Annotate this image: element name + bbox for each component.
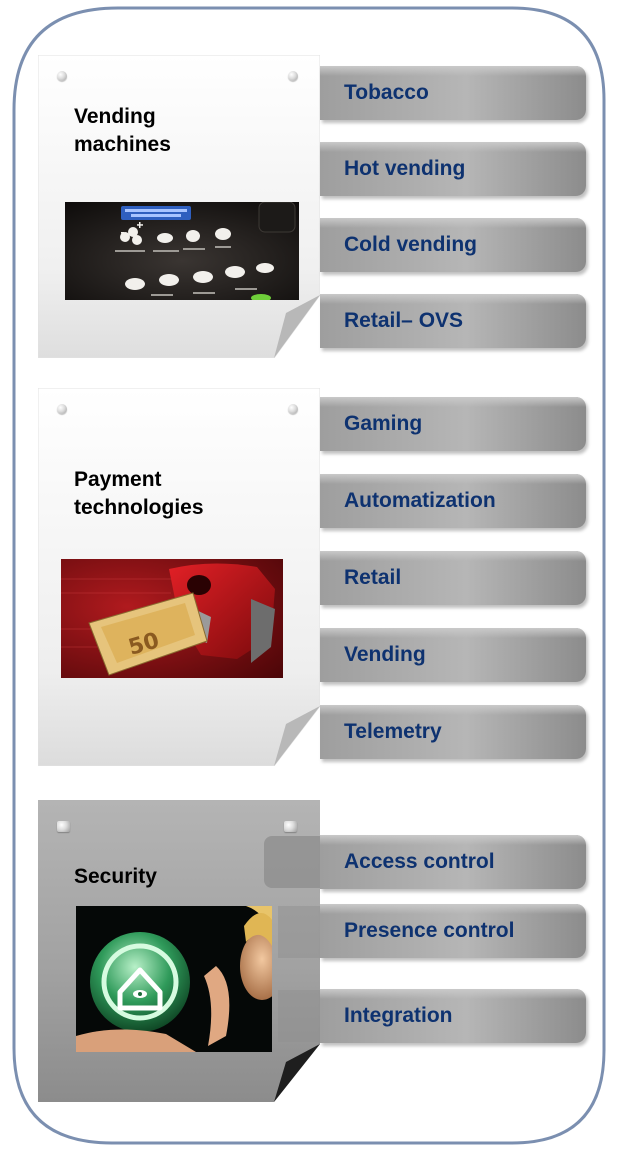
tab-access-control[interactable]: Access control bbox=[320, 835, 586, 889]
tab-label: Hot vending bbox=[344, 157, 466, 180]
tab-cold-vending[interactable]: Cold vending bbox=[320, 218, 586, 272]
tab-shadow bbox=[278, 906, 320, 958]
vending-machine-photo bbox=[65, 202, 299, 300]
tab-hot-vending[interactable]: Hot vending bbox=[320, 142, 586, 196]
tab-gaming[interactable]: Gaming bbox=[320, 397, 586, 451]
tab-label: Vending bbox=[344, 643, 426, 666]
card-title: Vending machines bbox=[74, 105, 171, 156]
pushpin-icon bbox=[57, 71, 67, 81]
tab-shadow bbox=[264, 836, 320, 888]
pushpin-icon bbox=[57, 821, 70, 832]
tab-integration[interactable]: Integration bbox=[320, 989, 586, 1043]
tab-vending[interactable]: Vending bbox=[320, 628, 586, 682]
tab-telemetry[interactable]: Telemetry bbox=[320, 705, 586, 759]
tab-label: Tobacco bbox=[344, 81, 429, 104]
tab-label: Retail bbox=[344, 566, 402, 589]
tab-presence-control[interactable]: Presence control bbox=[320, 904, 586, 958]
bill-acceptor-photo: 50 bbox=[61, 559, 283, 678]
vending-machines-card: Vending machines bbox=[38, 55, 320, 358]
tab-retail-ovs[interactable]: Retail– OVS bbox=[320, 294, 586, 348]
tab-label: Gaming bbox=[344, 412, 423, 435]
pushpin-icon bbox=[288, 71, 298, 81]
tab-shadow bbox=[278, 990, 320, 1042]
pushpin-icon bbox=[284, 821, 297, 832]
tab-label: Presence control bbox=[344, 919, 515, 942]
tab-label: Integration bbox=[344, 1004, 453, 1027]
pushpin-icon bbox=[57, 404, 67, 414]
tab-label: Access control bbox=[344, 850, 495, 873]
home-security-photo bbox=[76, 906, 272, 1052]
payment-technologies-card: Payment technologies 50 bbox=[38, 388, 320, 766]
tab-label: Retail– OVS bbox=[344, 309, 464, 332]
pushpin-icon bbox=[288, 404, 298, 414]
card-title: Payment technologies bbox=[74, 468, 204, 519]
tab-tobacco[interactable]: Tobacco bbox=[320, 66, 586, 120]
tab-label: Automatization bbox=[344, 489, 496, 512]
card-title: Security bbox=[74, 865, 157, 888]
tab-label: Telemetry bbox=[344, 720, 442, 743]
tab-retail[interactable]: Retail bbox=[320, 551, 586, 605]
tab-automatization[interactable]: Automatization bbox=[320, 474, 586, 528]
tab-label: Cold vending bbox=[344, 233, 477, 256]
